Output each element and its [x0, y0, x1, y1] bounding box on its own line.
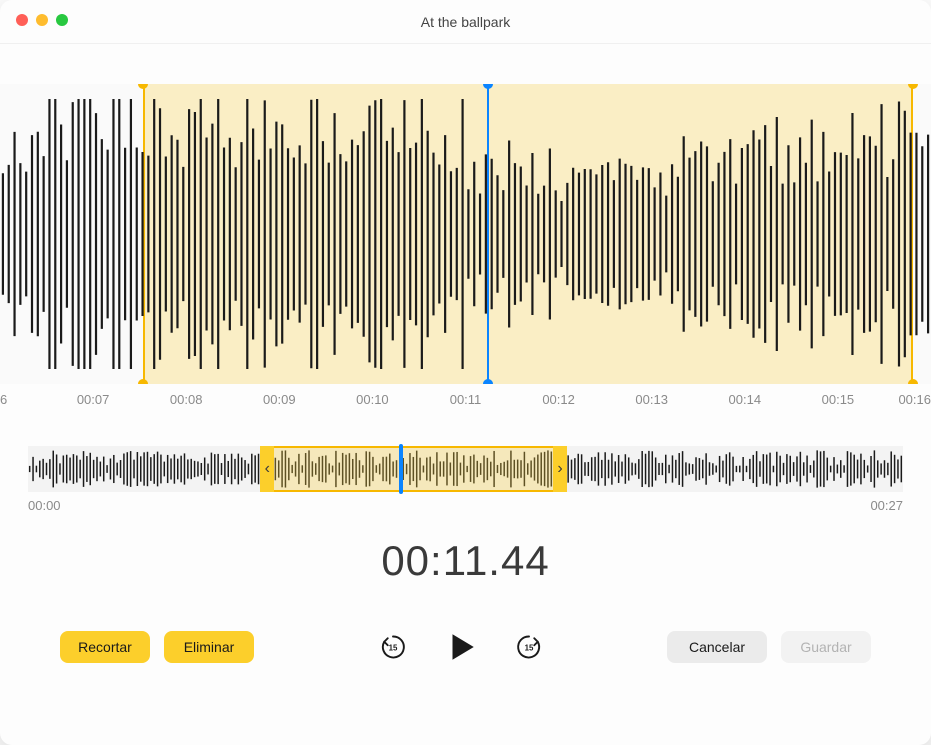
ruler-tick: 00:09 — [263, 392, 296, 407]
transport-controls: 15 15 — [375, 629, 547, 665]
minimize-icon[interactable] — [36, 14, 48, 26]
svg-text:15: 15 — [388, 644, 397, 653]
window-title: At the ballpark — [0, 14, 931, 30]
overview-handle-right[interactable]: › — [553, 446, 567, 492]
close-icon[interactable] — [16, 14, 28, 26]
skip-forward-15-icon: 15 — [515, 633, 543, 661]
ruler-tick: 00:15 — [822, 392, 855, 407]
ruler-tick: 6 — [0, 392, 7, 407]
ruler-tick: 00:12 — [542, 392, 575, 407]
play-icon — [444, 630, 478, 664]
ruler-tick: 00:11 — [450, 392, 482, 407]
skip-forward-button[interactable]: 15 — [511, 629, 547, 665]
toolbar: Recortar Eliminar 15 15 — [0, 629, 931, 665]
play-button[interactable] — [443, 629, 479, 665]
playhead[interactable] — [487, 84, 489, 384]
ruler-tick: 00:13 — [635, 392, 668, 407]
titlebar: At the ballpark — [0, 0, 931, 44]
ruler-tick: 00:16 — [898, 392, 931, 407]
overview-selection[interactable] — [274, 446, 553, 492]
ruler-tick: 00:07 — [77, 392, 110, 407]
window-controls — [16, 14, 68, 26]
delete-button[interactable]: Eliminar — [164, 631, 254, 663]
save-button: Guardar — [781, 631, 871, 663]
waveform-main[interactable] — [0, 84, 931, 384]
waveform-graphic — [0, 84, 931, 384]
waveform-overview[interactable]: ‹ › — [28, 446, 903, 492]
skip-back-15-icon: 15 — [379, 633, 407, 661]
cancel-button[interactable]: Cancelar — [667, 631, 767, 663]
overview-end-label: 00:27 — [870, 498, 903, 513]
ruler-tick: 00:08 — [170, 392, 203, 407]
zoom-icon[interactable] — [56, 14, 68, 26]
ruler-tick: 00:10 — [356, 392, 389, 407]
overview-start-label: 00:00 — [28, 498, 61, 513]
overview-playhead[interactable] — [399, 444, 403, 494]
app-window: At the ballpark 6 00:07 00:08 00:09 00:10 00:… — [0, 0, 931, 745]
svg-text:15: 15 — [524, 644, 533, 653]
time-ruler: 6 00:07 00:08 00:09 00:10 00:11 00:12 00:13 00:1… — [0, 388, 931, 416]
timecode-display: 00:11.44 — [0, 537, 931, 585]
trim-button[interactable]: Recortar — [60, 631, 150, 663]
overview-handle-left[interactable]: ‹ — [260, 446, 274, 492]
skip-back-button[interactable]: 15 — [375, 629, 411, 665]
ruler-tick: 00:14 — [729, 392, 762, 407]
